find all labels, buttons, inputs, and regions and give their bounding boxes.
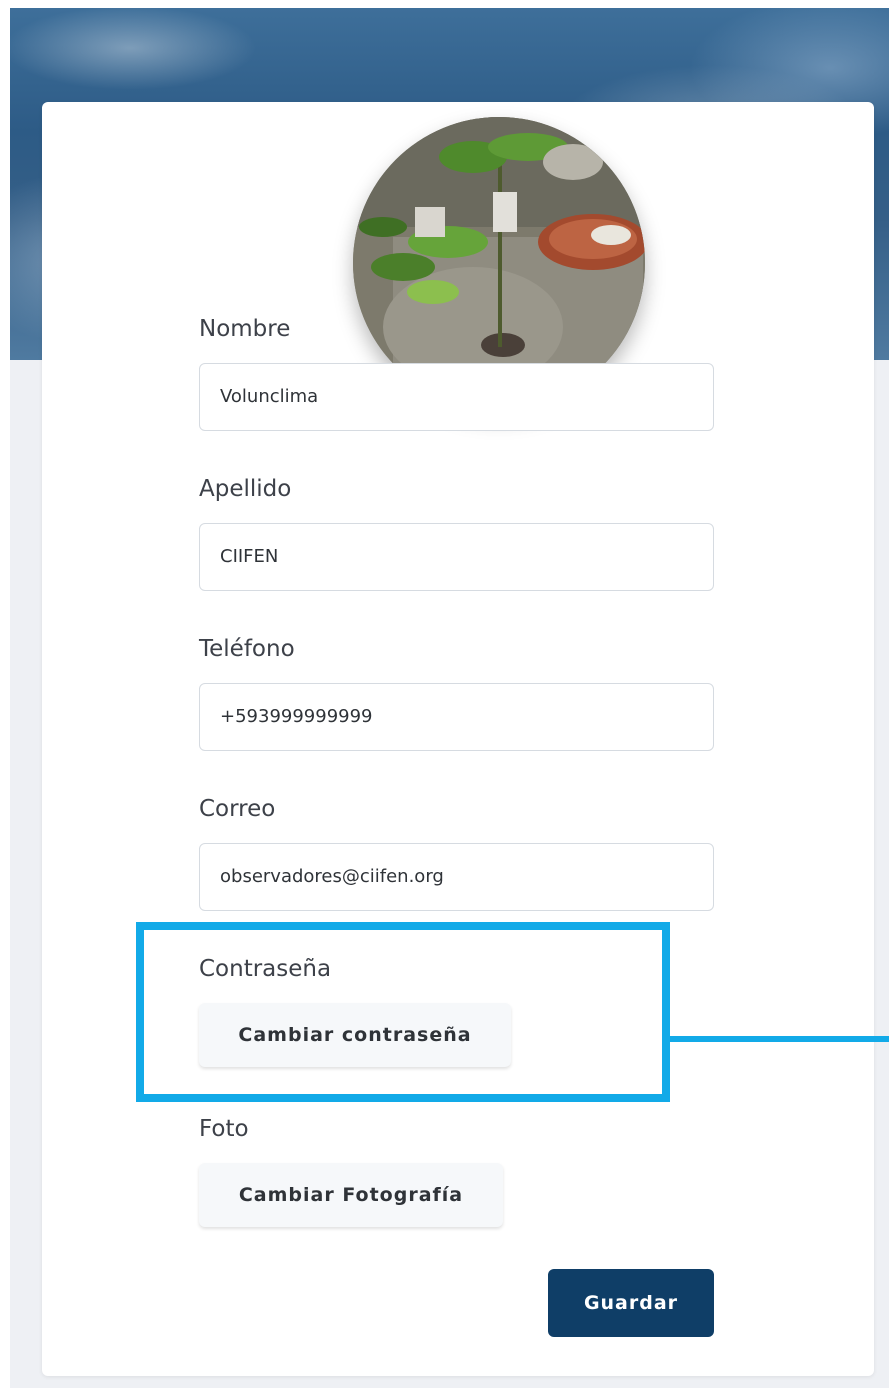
last-name-label: Apellido bbox=[199, 476, 292, 502]
phone-label: Teléfono bbox=[199, 636, 295, 662]
email-label: Correo bbox=[199, 796, 276, 822]
save-button[interactable]: Guardar bbox=[548, 1269, 714, 1337]
first-name-label: Nombre bbox=[199, 316, 291, 342]
photo-label: Foto bbox=[199, 1116, 249, 1142]
change-photo-button[interactable]: Cambiar Fotografía bbox=[199, 1163, 503, 1227]
page-top-border bbox=[0, 0, 889, 8]
first-name-field[interactable]: Volunclima bbox=[199, 363, 714, 431]
last-name-field[interactable]: CIIFEN bbox=[199, 523, 714, 591]
highlight-connector-line bbox=[670, 1036, 889, 1042]
page-left-border bbox=[0, 0, 10, 1388]
phone-field[interactable]: +593999999999 bbox=[199, 683, 714, 751]
password-highlight-box bbox=[136, 922, 670, 1102]
email-field[interactable]: observadores@ciifen.org bbox=[199, 843, 714, 911]
